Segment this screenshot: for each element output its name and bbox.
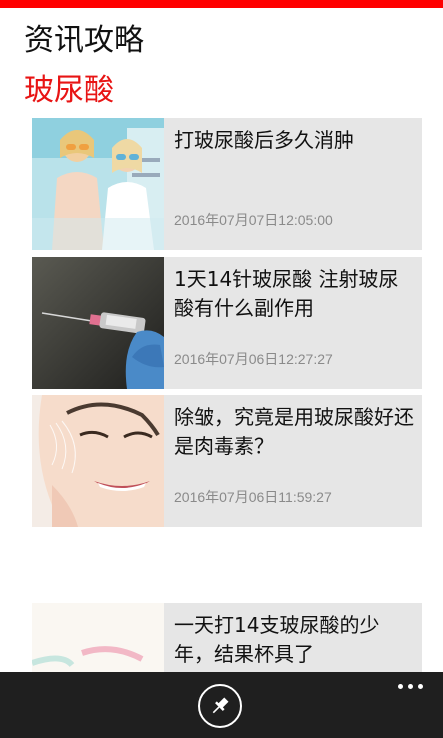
article-title: 打玻尿酸后多久消肿	[174, 128, 354, 152]
article-title: 一天打14支玻尿酸的少年，结果杯具了	[174, 613, 380, 666]
app-title: 资讯攻略	[24, 23, 144, 58]
article-item[interactable]: 除皱，究竟是用玻尿酸好还是肉毒素？ 2016年07月06日11:59:27	[32, 395, 422, 527]
article-thumbnail	[32, 257, 164, 389]
pin-button[interactable]	[198, 684, 242, 728]
page-title: 玻尿酸	[24, 73, 114, 108]
article-date: 2016年07月07日12:05:00	[174, 212, 333, 228]
article-item[interactable]: 打玻尿酸后多久消肿 2016年07月07日12:05:00	[32, 118, 422, 250]
article-list[interactable]: 打玻尿酸后多久消肿 2016年07月07日12:05:00 1天14针玻尿酸 注…	[32, 118, 422, 678]
article-thumbnail	[32, 395, 164, 527]
article-item[interactable]: 1天14针玻尿酸 注射玻尿酸有什么副作用 2016年07月06日12:27:27	[32, 257, 422, 389]
article-thumbnail	[32, 118, 164, 250]
app-bar	[0, 672, 443, 738]
article-date: 2016年07月06日12:27:27	[174, 351, 333, 367]
more-icon	[398, 684, 403, 689]
pin-icon	[212, 697, 229, 714]
article-title: 除皱，究竟是用玻尿酸好还是肉毒素？	[174, 405, 414, 458]
article-item[interactable]: 一天打14支玻尿酸的少年，结果杯具了	[32, 603, 422, 678]
accent-bar	[0, 0, 443, 8]
article-date: 2016年07月06日11:59:27	[174, 489, 332, 505]
article-thumbnail	[32, 603, 164, 678]
more-button[interactable]	[394, 676, 428, 696]
article-title: 1天14针玻尿酸 注射玻尿酸有什么副作用	[174, 267, 399, 320]
